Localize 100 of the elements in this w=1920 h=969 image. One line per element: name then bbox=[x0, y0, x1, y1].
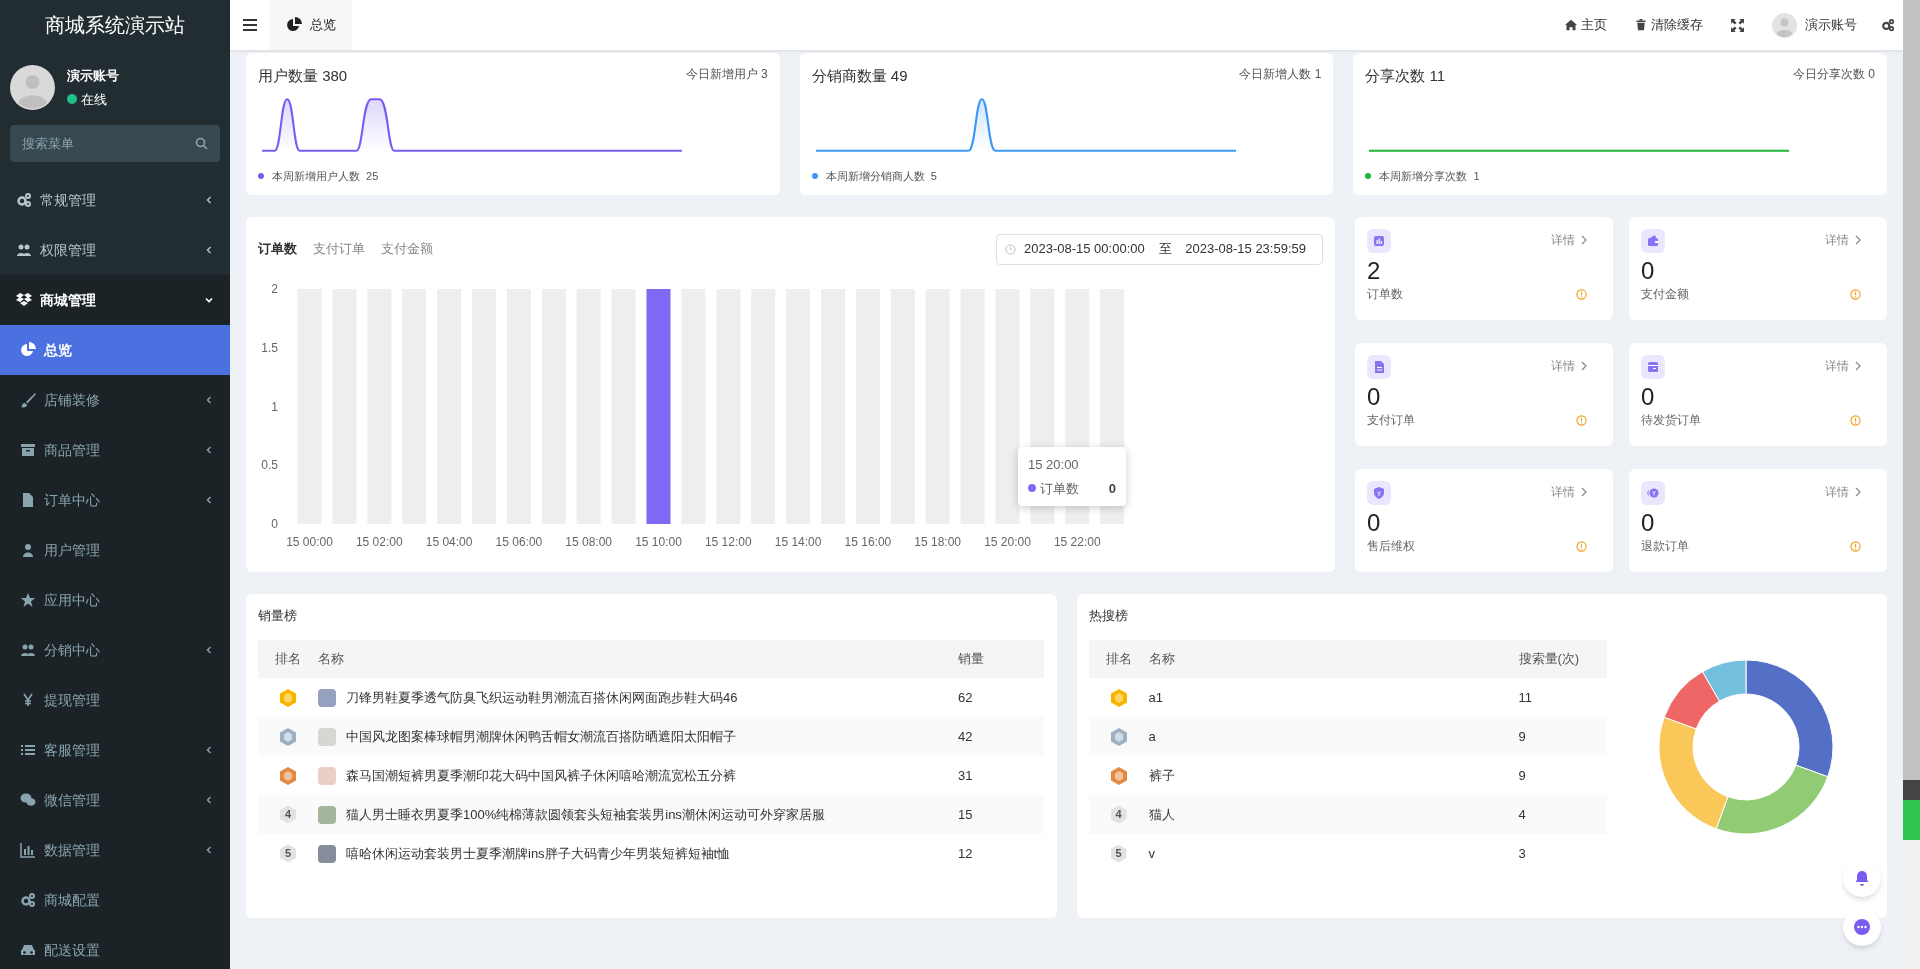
date-range-field[interactable]: 2023-08-15 00:00:00 至 2023-08-15 23:59:59 bbox=[996, 233, 1323, 265]
avatar-icon bbox=[1772, 12, 1797, 38]
chart-tab[interactable]: 支付订单 bbox=[313, 239, 365, 259]
chevron-right-icon bbox=[1855, 235, 1861, 245]
details-link[interactable]: 详情 bbox=[1825, 231, 1861, 249]
column-header: 名称 bbox=[318, 651, 344, 667]
menu-item[interactable]: 客服管理 bbox=[0, 725, 230, 775]
chevron-right-icon bbox=[1855, 361, 1861, 371]
details-link[interactable]: 详情 bbox=[1551, 483, 1587, 501]
users-icon bbox=[16, 242, 32, 258]
chevron-icon bbox=[204, 195, 214, 205]
user-status: 在线 bbox=[81, 90, 107, 109]
table-cell: 3 bbox=[1518, 845, 1526, 861]
page-tab[interactable]: 总览 bbox=[270, 0, 352, 50]
metric-label: 订单数 bbox=[1367, 286, 1403, 303]
rank-badge: 4 bbox=[1110, 805, 1127, 824]
scrollbar[interactable] bbox=[1903, 0, 1920, 969]
axis-label: 15 06:00 bbox=[495, 535, 543, 549]
rank-badge: 4 bbox=[280, 805, 296, 824]
details-link[interactable]: 详情 bbox=[1551, 231, 1587, 249]
series-dot-icon bbox=[1028, 484, 1036, 493]
header-link[interactable]: 清除缓存 bbox=[1635, 15, 1703, 35]
pie-chart-icon bbox=[20, 342, 36, 358]
metric-label: 待发货订单 bbox=[1641, 412, 1701, 429]
axis-label: 15 12:00 bbox=[704, 535, 752, 549]
info-icon bbox=[1850, 414, 1861, 426]
users-icon bbox=[20, 642, 36, 658]
axis-label: 15 16:00 bbox=[844, 535, 892, 549]
avatar-icon bbox=[10, 65, 55, 110]
table-cell: 62 bbox=[958, 689, 973, 705]
metric-label: 支付金额 bbox=[1641, 286, 1689, 303]
card-title: 销量榜 bbox=[258, 607, 298, 625]
menu-item[interactable]: 商城管理 bbox=[0, 275, 230, 325]
chat-button[interactable] bbox=[1843, 908, 1881, 946]
chevron-icon bbox=[204, 495, 214, 505]
home-icon bbox=[1565, 19, 1577, 31]
menu-item[interactable]: 配送设置 bbox=[0, 925, 230, 969]
menu-item[interactable]: 应用中心 bbox=[0, 575, 230, 625]
chart-tab[interactable]: 支付金额 bbox=[381, 239, 433, 259]
axis-label: 15 10:00 bbox=[635, 535, 682, 549]
chart-tab[interactable]: 订单数 bbox=[258, 239, 297, 259]
chevron-right-icon bbox=[1855, 487, 1861, 497]
stat-today: 今日新增人数 1 bbox=[1239, 66, 1322, 83]
fullscreen-icon bbox=[1731, 18, 1744, 32]
medal-icon bbox=[1110, 688, 1127, 707]
search-field[interactable]: 搜索菜单 bbox=[10, 125, 220, 162]
chevron-icon bbox=[204, 445, 214, 455]
menu-icon bbox=[243, 19, 257, 31]
bell-icon bbox=[1854, 870, 1870, 886]
metric-value: 0 bbox=[1641, 257, 1656, 285]
chevron-icon bbox=[204, 295, 214, 305]
medal-icon bbox=[1110, 766, 1127, 785]
star-icon bbox=[20, 592, 36, 608]
chevron-icon bbox=[204, 395, 214, 405]
stat-today: 今日分享次数 0 bbox=[1793, 66, 1875, 83]
details-link[interactable]: 详情 bbox=[1825, 483, 1861, 501]
gears-icon bbox=[20, 892, 36, 908]
table-cell: 11 bbox=[1518, 689, 1532, 705]
axis-label: 15 20:00 bbox=[984, 535, 1031, 549]
tooltip-title: 15 20:00 bbox=[1028, 456, 1080, 474]
column-header: 搜索量(次) bbox=[1518, 651, 1580, 667]
date-end: 2023-08-15 23:59:59 bbox=[1185, 240, 1306, 259]
column-header: 销量 bbox=[958, 651, 984, 667]
metric-value: 0 bbox=[1641, 509, 1656, 537]
menu-item[interactable]: 数据管理 bbox=[0, 825, 230, 875]
axis-label: 15 00:00 bbox=[286, 535, 333, 549]
menu-item[interactable]: 微信管理 bbox=[0, 775, 230, 825]
settings-button[interactable] bbox=[1881, 18, 1895, 32]
menu-item[interactable]: 商城配置 bbox=[0, 875, 230, 925]
details-link[interactable]: 详情 bbox=[1551, 357, 1587, 375]
clock-icon bbox=[1005, 243, 1016, 255]
menu-item[interactable]: 订单中心 bbox=[0, 475, 230, 525]
fullscreen-button[interactable] bbox=[1731, 18, 1744, 32]
header-link[interactable]: 主页 bbox=[1565, 15, 1607, 35]
table-cell: 31 bbox=[958, 767, 973, 783]
menu-item[interactable]: 分销中心 bbox=[0, 625, 230, 675]
archive-icon bbox=[20, 442, 36, 458]
table-cell: 4 bbox=[1518, 806, 1526, 822]
legend-label: 本周新增用户人数 25 bbox=[272, 168, 379, 184]
menu-item[interactable]: 用户管理 bbox=[0, 525, 230, 575]
menu-item[interactable]: 提现管理 bbox=[0, 675, 230, 725]
metric-label: 售后维权 bbox=[1367, 538, 1415, 555]
medal-icon bbox=[280, 727, 296, 746]
account-menu[interactable]: 演示账号 bbox=[1772, 12, 1857, 38]
details-link[interactable]: 详情 bbox=[1825, 357, 1861, 375]
axis-label: 0 bbox=[271, 517, 278, 531]
axis-label: 15 02:00 bbox=[355, 535, 403, 549]
table-cell: 15 bbox=[958, 806, 973, 822]
table-cell: 9 bbox=[1518, 767, 1526, 783]
menu-item[interactable]: 总览 bbox=[0, 325, 230, 375]
chevron-icon bbox=[204, 745, 214, 755]
chevron-icon bbox=[204, 645, 214, 655]
date-start: 2023-08-15 00:00:00 bbox=[1024, 240, 1145, 259]
menu-item[interactable]: 店铺装修 bbox=[0, 375, 230, 425]
product-name: v bbox=[1148, 844, 1155, 863]
product-name: 猫人男士睡衣男夏季100%纯棉薄款圆领套头短袖套装男ins潮休闲运动可外穿家居服 bbox=[346, 805, 825, 824]
medal-icon bbox=[280, 766, 296, 785]
product-name: 猫人 bbox=[1148, 805, 1175, 824]
info-icon bbox=[1576, 414, 1587, 426]
menu-item[interactable]: 商品管理 bbox=[0, 425, 230, 475]
